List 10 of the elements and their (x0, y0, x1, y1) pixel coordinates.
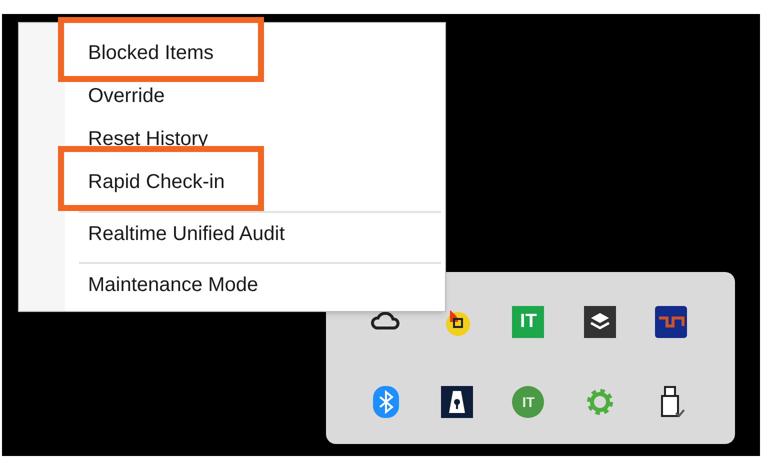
keyhole-icon[interactable] (441, 386, 474, 418)
menu-item[interactable]: Maintenance Mode (79, 262, 441, 305)
chip-icon[interactable] (655, 306, 688, 338)
menu-item[interactable]: Rapid Check-in (79, 160, 441, 203)
menu-item[interactable]: Realtime Unified Audit (79, 211, 441, 254)
menu-item[interactable]: Reset History (79, 117, 441, 160)
menu-item[interactable]: Override (79, 74, 441, 117)
menu-item[interactable]: Blocked Items (79, 31, 441, 74)
bluetooth-icon[interactable] (372, 386, 399, 418)
layers-icon[interactable] (584, 306, 616, 338)
